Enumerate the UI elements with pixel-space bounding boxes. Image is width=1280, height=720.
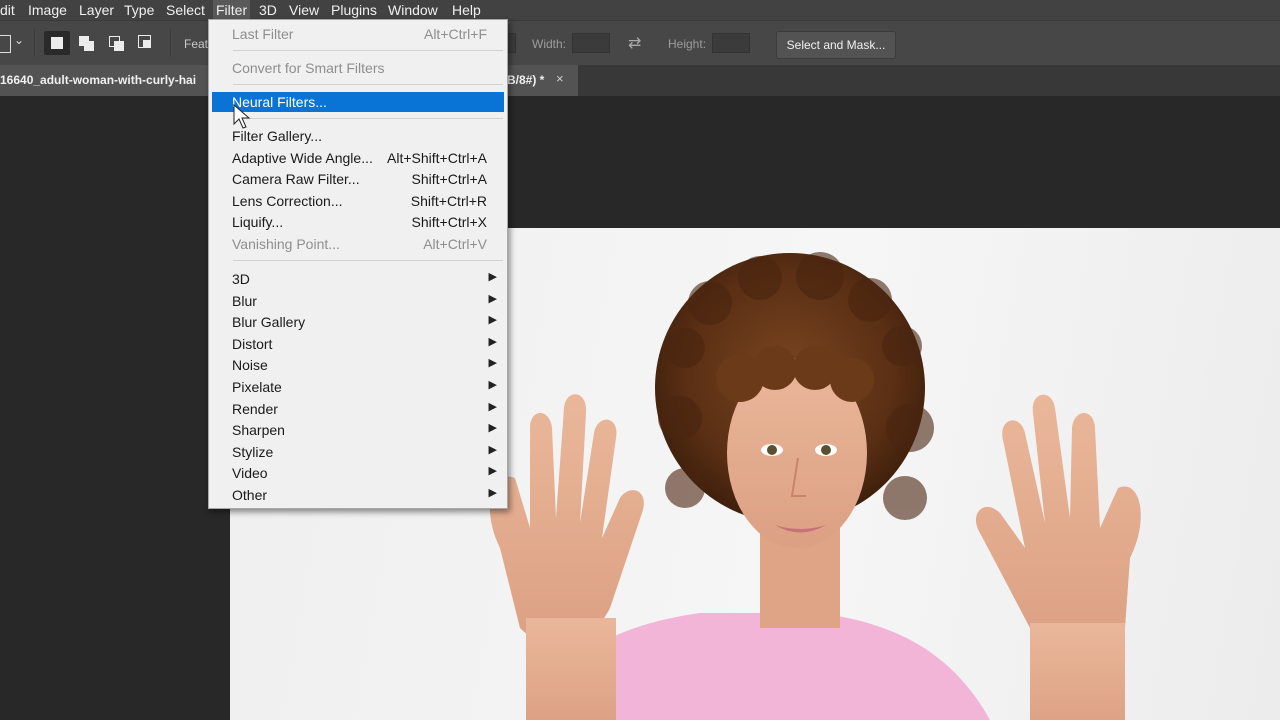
intersect-selection-button[interactable]	[134, 31, 160, 55]
menu-item-label: Liquify...	[232, 214, 284, 230]
menu-item-shortcut: Shift+Ctrl+R	[410, 193, 487, 209]
triangle-right-icon: ▶	[488, 487, 497, 499]
menu-divider	[233, 260, 503, 261]
menu-item-sharpen[interactable]: Sharpen ▶	[212, 420, 504, 440]
width-input[interactable]	[572, 33, 610, 53]
menu-divider	[233, 118, 503, 119]
menu-item-other[interactable]: Other ▶	[212, 485, 504, 505]
menu-3d[interactable]: 3D	[259, 2, 277, 18]
divider	[170, 29, 171, 57]
swap-icon[interactable]: ⇄	[628, 33, 641, 53]
document-tab-bar: 16640_adult-woman-with-curly-hai B/8#) *…	[0, 65, 1280, 96]
divider	[34, 29, 35, 57]
triangle-right-icon: ▶	[488, 401, 497, 413]
menu-plugins[interactable]: Plugins	[331, 2, 377, 18]
menu-item-label: Other	[232, 487, 268, 503]
new-selection-button[interactable]	[44, 31, 70, 55]
menu-item-blur-gallery[interactable]: Blur Gallery ▶	[212, 312, 504, 332]
add-selection-icon-overlap	[84, 41, 94, 51]
menu-edit[interactable]: dit	[0, 2, 15, 18]
menu-layer[interactable]: Layer	[79, 2, 114, 18]
menu-item-label: Pixelate	[232, 379, 282, 395]
triangle-right-icon: ▶	[488, 314, 497, 326]
menu-item-video[interactable]: Video ▶	[212, 463, 504, 483]
menu-item-shortcut: Shift+Ctrl+A	[411, 171, 487, 187]
triangle-right-icon: ▶	[488, 357, 497, 369]
menu-item-pixelate[interactable]: Pixelate ▶	[212, 377, 504, 397]
menu-item-shortcut: Alt+Ctrl+V	[423, 236, 487, 252]
menu-item-label: 3D	[232, 271, 250, 287]
arrow-cursor-icon	[233, 104, 251, 129]
select-and-mask-button[interactable]: Select and Mask...	[776, 31, 896, 59]
subtract-from-selection-button[interactable]	[104, 31, 130, 55]
intersect-selection-icon-fill	[143, 40, 150, 47]
menu-item-label: Noise	[232, 357, 268, 373]
menu-item-noise[interactable]: Noise ▶	[212, 355, 504, 375]
new-selection-icon	[51, 37, 63, 49]
triangle-right-icon: ▶	[488, 444, 497, 456]
menu-item-liquify[interactable]: Liquify... Shift+Ctrl+X	[212, 212, 504, 232]
menu-item-distort[interactable]: Distort ▶	[212, 334, 504, 354]
triangle-right-icon: ▶	[488, 336, 497, 348]
menu-item-label: Blur	[232, 293, 257, 309]
close-icon[interactable]: ×	[556, 71, 564, 86]
triangle-right-icon: ▶	[488, 465, 497, 477]
menu-help[interactable]: Help	[452, 2, 481, 18]
menu-bar: dit Image Layer Type Select Filter 3D Vi…	[0, 0, 1280, 20]
tool-preset-icon[interactable]	[0, 35, 11, 53]
menu-item-filter-gallery[interactable]: Filter Gallery...	[212, 126, 504, 146]
menu-item-label: Vanishing Point...	[232, 236, 340, 252]
menu-item-camera-raw-filter[interactable]: Camera Raw Filter... Shift+Ctrl+A	[212, 169, 504, 189]
menu-item-label: Last Filter	[232, 26, 294, 42]
menu-item-label: Stylize	[232, 444, 274, 460]
menu-item-vanishing-point[interactable]: Vanishing Point... Alt+Ctrl+V	[212, 234, 504, 254]
height-input[interactable]	[712, 33, 750, 53]
menu-select[interactable]: Select	[166, 2, 205, 18]
menu-item-label: Distort	[232, 336, 273, 352]
menu-view[interactable]: View	[289, 2, 319, 18]
menu-item-render[interactable]: Render ▶	[212, 399, 504, 419]
menu-type[interactable]: Type	[124, 2, 154, 18]
options-bar: ⌄ Feath Width: ⇄ Height: Select and Mask…	[0, 20, 1280, 65]
menu-item-label: Blur Gallery	[232, 314, 306, 330]
filter-menu: Last Filter Alt+Ctrl+F Convert for Smart…	[208, 19, 508, 509]
menu-item-last-filter[interactable]: Last Filter Alt+Ctrl+F	[212, 24, 504, 44]
menu-item-convert-for-smart-filters[interactable]: Convert for Smart Filters	[212, 58, 504, 78]
menu-item-label: Convert for Smart Filters	[232, 60, 385, 76]
menu-item-blur[interactable]: Blur ▶	[212, 291, 504, 311]
menu-image[interactable]: Image	[28, 2, 67, 18]
menu-divider	[233, 50, 503, 51]
menu-item-adaptive-wide-angle[interactable]: Adaptive Wide Angle... Alt+Shift+Ctrl+A	[212, 148, 504, 168]
menu-item-label: Render	[232, 401, 278, 417]
menu-item-label: Sharpen	[232, 422, 285, 438]
menu-item-label: Filter Gallery...	[232, 128, 322, 144]
menu-window[interactable]: Window	[388, 2, 438, 18]
menu-item-shortcut: Alt+Shift+Ctrl+A	[387, 150, 487, 166]
chevron-down-icon[interactable]: ⌄	[14, 33, 24, 47]
menu-item-stylize[interactable]: Stylize ▶	[212, 442, 504, 462]
triangle-right-icon: ▶	[488, 422, 497, 434]
document-tab-title-end: B/8#) *	[507, 73, 545, 87]
subtract-selection-icon-fill	[114, 41, 124, 51]
width-label: Width:	[532, 37, 567, 51]
menu-item-shortcut: Shift+Ctrl+X	[411, 214, 487, 230]
add-to-selection-button[interactable]	[74, 31, 100, 55]
menu-item-label: Adaptive Wide Angle...	[232, 150, 373, 166]
menu-item-neural-filters[interactable]: Neural Filters...	[212, 92, 504, 112]
menu-item-label: Lens Correction...	[232, 193, 343, 209]
triangle-right-icon: ▶	[488, 293, 497, 305]
height-label: Height:	[668, 37, 707, 51]
menu-item-3d[interactable]: 3D ▶	[212, 269, 504, 289]
triangle-right-icon: ▶	[488, 271, 497, 283]
menu-item-lens-correction[interactable]: Lens Correction... Shift+Ctrl+R	[212, 191, 504, 211]
document-tab-title: 16640_adult-woman-with-curly-hai	[0, 73, 197, 87]
menu-filter[interactable]: Filter	[213, 0, 251, 20]
triangle-right-icon: ▶	[488, 379, 497, 391]
menu-item-label: Camera Raw Filter...	[232, 171, 360, 187]
menu-item-shortcut: Alt+Ctrl+F	[423, 26, 487, 42]
menu-divider	[233, 84, 503, 85]
menu-item-label: Video	[232, 465, 268, 481]
